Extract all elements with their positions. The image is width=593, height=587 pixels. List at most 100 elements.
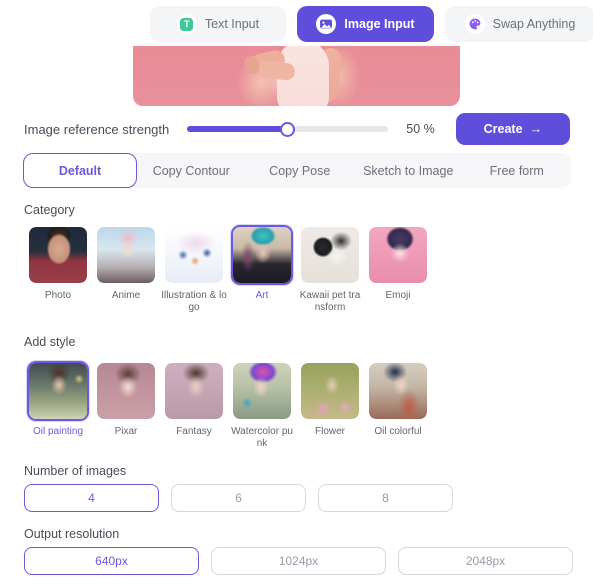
- emoji-thumbnail-image: [369, 227, 427, 283]
- image-input-icon: [316, 14, 337, 34]
- category-thumb: [163, 225, 225, 285]
- strength-slider[interactable]: [187, 121, 389, 137]
- photo-thumbnail-image: [29, 227, 87, 283]
- tab-text-input[interactable]: T Text Input: [150, 6, 286, 42]
- output-resolution-options: 640px 1024px 2048px: [24, 547, 573, 575]
- tab-image-input[interactable]: Image Input: [297, 6, 434, 42]
- mode-copy-pose[interactable]: Copy Pose: [246, 153, 355, 188]
- category-item-kawaii-pet-transform[interactable]: Kawaii pet transform: [296, 225, 364, 314]
- category-item-label: Anime: [111, 290, 141, 301]
- output-resolution-option-640px[interactable]: 640px: [24, 547, 199, 575]
- number-of-images-option-4[interactable]: 4: [24, 484, 159, 512]
- oil-colorful-thumbnail-image: [369, 363, 427, 419]
- style-thumb: [163, 361, 225, 421]
- category-thumb: [27, 225, 89, 285]
- category-thumbnail-row: Photo Anime Illustration & logo Art Kawa…: [24, 225, 569, 314]
- style-item-oil-colorful[interactable]: Oil colorful: [364, 361, 432, 450]
- style-item-watercolor-punk[interactable]: Watercolor punk: [228, 361, 296, 450]
- mode-sketch-to-image-label: Sketch to Image: [363, 163, 454, 178]
- option-label: 6: [235, 491, 242, 505]
- option-label: 4: [88, 491, 95, 505]
- category-thumb: [95, 225, 157, 285]
- style-thumb: [27, 361, 89, 421]
- mode-copy-contour-label: Copy Contour: [152, 163, 230, 178]
- swap-anything-icon: [464, 14, 485, 34]
- create-button-label: Create: [483, 122, 523, 136]
- style-item-fantasy[interactable]: Fantasy: [160, 361, 228, 450]
- output-resolution-option-2048px[interactable]: 2048px: [398, 547, 573, 575]
- style-item-oil-painting[interactable]: Oil painting: [24, 361, 92, 450]
- style-item-pixar[interactable]: Pixar: [92, 361, 160, 450]
- art-thumbnail-image: [233, 227, 291, 283]
- category-thumb: [231, 225, 293, 285]
- style-thumb: [367, 361, 429, 421]
- anime-thumbnail-image: [97, 227, 155, 283]
- style-item-label: Pixar: [114, 426, 138, 437]
- style-item-label: Watercolor punk: [231, 426, 293, 449]
- watercolor-punk-thumbnail-image: [233, 363, 291, 419]
- option-label: 8: [382, 491, 389, 505]
- style-item-label: Oil colorful: [374, 426, 422, 437]
- preview-forearm-left: [256, 60, 296, 81]
- letter-t-glyph: T: [180, 17, 194, 31]
- style-thumb: [231, 361, 293, 421]
- mode-copy-pose-label: Copy Pose: [269, 163, 331, 178]
- generation-mode-tabs: Default Copy Contour Copy Pose Sketch to…: [23, 153, 571, 188]
- flower-thumbnail-image: [301, 363, 359, 419]
- strength-value: 50 %: [406, 122, 435, 136]
- add-style-thumbnail-row: Oil painting Pixar Fantasy Watercolor pu…: [24, 361, 569, 450]
- mode-copy-contour[interactable]: Copy Contour: [137, 153, 246, 188]
- tab-swap-anything-label: Swap Anything: [492, 17, 576, 31]
- tab-text-input-label: Text Input: [204, 17, 260, 31]
- style-thumb: [95, 361, 157, 421]
- input-mode-tabbar: T Text Input Image Input Swap Anything: [150, 6, 593, 42]
- category-item-label: Emoji: [385, 290, 411, 301]
- category-section-title: Category: [24, 203, 75, 217]
- number-of-images-options: 4 6 8: [24, 484, 453, 512]
- tab-image-input-label: Image Input: [344, 17, 415, 31]
- category-item-label: Art: [255, 290, 269, 301]
- style-thumb: [299, 361, 361, 421]
- option-label: 640px: [95, 554, 128, 568]
- number-of-images-option-6[interactable]: 6: [171, 484, 306, 512]
- option-label: 2048px: [465, 554, 506, 568]
- mode-free-form-label: Free form: [489, 163, 544, 178]
- slider-thumb[interactable]: [280, 121, 296, 137]
- category-item-label: Illustration & logo: [161, 290, 227, 313]
- strength-label: Image reference strength: [24, 121, 170, 137]
- output-resolution-title: Output resolution: [24, 527, 120, 541]
- style-item-label: Flower: [314, 426, 345, 437]
- style-item-flower[interactable]: Flower: [296, 361, 364, 450]
- category-thumb: [299, 225, 361, 285]
- tab-swap-anything[interactable]: Swap Anything: [445, 6, 593, 42]
- kawaii-pet-thumbnail-image: [301, 227, 359, 283]
- mode-free-form[interactable]: Free form: [463, 153, 572, 188]
- category-item-illustration-logo[interactable]: Illustration & logo: [160, 225, 228, 314]
- oil-painting-thumbnail-image: [29, 363, 87, 419]
- illustration-thumbnail-image: [165, 227, 223, 283]
- option-label: 1024px: [278, 554, 319, 568]
- category-item-emoji[interactable]: Emoji: [364, 225, 432, 314]
- image-reference-strength-row: Image reference strength 50 % Create →: [24, 112, 570, 146]
- category-item-label: Photo: [44, 290, 72, 301]
- fantasy-thumbnail-image: [165, 363, 223, 419]
- category-item-anime[interactable]: Anime: [92, 225, 160, 314]
- preview-photo: [133, 46, 460, 106]
- create-button[interactable]: Create →: [455, 113, 570, 145]
- category-item-photo[interactable]: Photo: [24, 225, 92, 314]
- add-style-section-title: Add style: [24, 335, 76, 349]
- text-input-icon: T: [176, 14, 197, 34]
- mode-default-label: Default: [58, 163, 102, 178]
- reference-image-preview[interactable]: [133, 46, 460, 106]
- style-item-label: Oil painting: [32, 426, 84, 437]
- mode-default[interactable]: Default: [23, 153, 137, 188]
- number-of-images-option-8[interactable]: 8: [318, 484, 453, 512]
- arrow-right-icon: →: [529, 122, 543, 136]
- output-resolution-option-1024px[interactable]: 1024px: [211, 547, 386, 575]
- pixar-thumbnail-image: [97, 363, 155, 419]
- mode-sketch-to-image[interactable]: Sketch to Image: [354, 153, 463, 188]
- slider-fill: [187, 126, 288, 132]
- number-of-images-title: Number of images: [24, 464, 127, 478]
- category-item-art[interactable]: Art: [228, 225, 296, 314]
- category-thumb: [367, 225, 429, 285]
